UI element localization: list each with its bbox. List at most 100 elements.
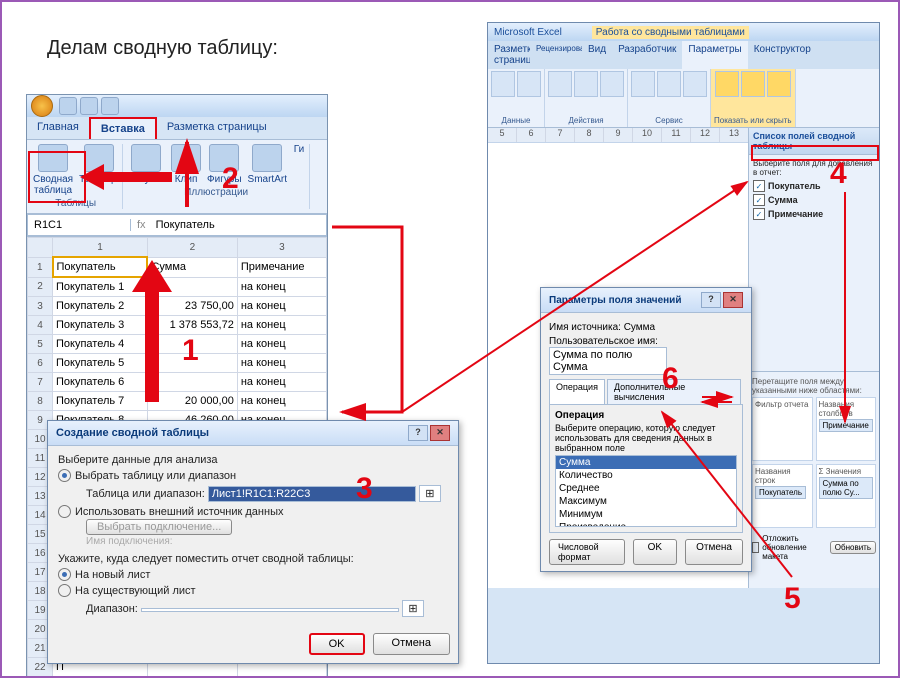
context-title: Работа со сводными таблицами <box>592 26 749 39</box>
tab-layout-r[interactable]: Разметка страницы <box>488 41 530 69</box>
range-picker-icon-2[interactable]: ⊞ <box>402 600 424 617</box>
tab-home[interactable]: Главная <box>27 117 89 139</box>
qat-undo-icon[interactable] <box>80 97 98 115</box>
operation-list[interactable]: Сумма Количество Среднее Максимум Миниму… <box>555 455 737 527</box>
value-cancel-button[interactable]: Отмена <box>685 539 743 565</box>
qat-redo-icon[interactable] <box>101 97 119 115</box>
label-location-range: Диапазон: <box>86 603 138 615</box>
picture-icon <box>131 144 161 172</box>
input-location-range[interactable] <box>141 608 399 612</box>
value-ok-button[interactable]: OK <box>633 539 677 565</box>
zone-columns[interactable]: Названия столбцовПримечание <box>816 397 877 461</box>
op-prod[interactable]: Произведение <box>556 521 736 527</box>
input-custom-name[interactable]: Сумма по полю Сумма <box>549 347 667 375</box>
cancel-button[interactable]: Отмена <box>373 633 450 655</box>
op-avg[interactable]: Среднее <box>556 482 736 495</box>
update-button[interactable]: Обновить <box>830 541 876 554</box>
zone-values[interactable]: Σ ЗначенияСумма по полю Су... <box>816 464 877 528</box>
pivot-chart-icon[interactable] <box>631 71 655 97</box>
label-source-name: Имя источника: <box>549 322 621 333</box>
zone-rows[interactable]: Названия строкПокупатель <box>752 464 813 528</box>
tab-view-r[interactable]: Вид <box>582 41 612 69</box>
btn-gi[interactable]: Ги <box>293 144 305 185</box>
number-format-button[interactable]: Числовой формат <box>549 539 625 565</box>
label-place-report: Укажите, куда следует поместить отчет св… <box>58 553 448 565</box>
fx-icon[interactable]: fx <box>131 219 152 231</box>
field-note[interactable]: ✓Примечание <box>753 208 875 220</box>
operation-hint: Выберите операцию, которую следует испол… <box>555 423 737 453</box>
radio-external-source[interactable]: Использовать внешний источник данных <box>58 505 448 518</box>
label-table-range: Таблица или диапазон: <box>86 488 205 500</box>
field-buyer[interactable]: ✓Покупатель <box>753 180 875 192</box>
tab-review-r[interactable]: Рецензирование <box>530 41 582 69</box>
marker-1: 1 <box>182 334 199 368</box>
tab-layout[interactable]: Разметка страницы <box>157 117 277 139</box>
smartart-icon <box>252 144 282 172</box>
radio-existing-sheet[interactable]: На существующий лист <box>58 584 448 597</box>
radio-new-sheet[interactable]: На новый лист <box>58 568 448 581</box>
btn-choose-connection: Выбрать подключение... <box>86 519 232 535</box>
clear-icon[interactable] <box>548 71 572 97</box>
change-source-icon[interactable] <box>517 71 541 97</box>
dialog-close-icon[interactable]: ✕ <box>430 425 450 441</box>
value-dlg-help-icon[interactable]: ? <box>701 292 721 308</box>
label-conn-name: Имя подключения: <box>86 536 448 547</box>
clip-icon <box>171 144 201 172</box>
ok-button[interactable]: OK <box>309 633 365 655</box>
marker-4: 4 <box>830 157 847 191</box>
tab-insert[interactable]: Вставка <box>89 117 157 139</box>
input-table-range[interactable]: Лист1!R1C1:R22C3 <box>208 486 416 502</box>
op-max[interactable]: Максимум <box>556 495 736 508</box>
op-min[interactable]: Минимум <box>556 508 736 521</box>
field-sum[interactable]: ✓Сумма <box>753 194 875 206</box>
label-custom-name: Пользовательское имя: <box>549 336 658 347</box>
dialog-title: Создание сводной таблицы <box>56 427 209 439</box>
marker-3: 3 <box>356 472 373 506</box>
pivot-field-list-pane: Список полей сводной таблицы Выберите по… <box>748 128 879 588</box>
table-icon <box>84 144 114 172</box>
formula-bar[interactable]: Покупатель <box>152 219 219 231</box>
btn-smartart[interactable]: SmartArt <box>248 144 287 185</box>
field-list-hint: Выберите поля для добавления в отчет: <box>753 159 875 177</box>
formulas-icon[interactable] <box>657 71 681 97</box>
operation-header: Операция <box>555 410 604 421</box>
value-field-settings-dialog: Параметры поля значений ?✕ Имя источника… <box>540 287 752 572</box>
radio-select-range[interactable]: Выбрать таблицу или диапазон <box>58 469 448 482</box>
op-count[interactable]: Количество <box>556 469 736 482</box>
marker-2: 2 <box>222 162 239 196</box>
highlight-pivot-button <box>28 151 86 203</box>
tab-dev-r[interactable]: Разработчик <box>612 41 682 69</box>
headers-icon[interactable] <box>767 71 791 97</box>
label-choose-data: Выберите данные для анализа <box>58 454 448 466</box>
field-list-icon[interactable] <box>715 71 739 97</box>
tab-params-r[interactable]: Параметры <box>682 41 747 69</box>
value-dlg-close-icon[interactable]: ✕ <box>723 292 743 308</box>
op-sum[interactable]: Сумма <box>556 456 736 469</box>
marker-6: 6 <box>662 362 679 396</box>
defer-update-check[interactable]: Отложить обновление макета <box>762 534 827 561</box>
btn-clip[interactable]: Клип <box>171 144 201 185</box>
zone-filter[interactable]: Фильтр отчета <box>752 397 813 461</box>
marker-5: 5 <box>784 582 801 616</box>
office-button-icon[interactable] <box>31 95 53 117</box>
tab-ctor-r[interactable]: Конструктор <box>748 41 817 69</box>
btn-picture[interactable]: Рисунок <box>127 144 165 185</box>
qat-save-icon[interactable] <box>59 97 77 115</box>
olap-icon[interactable] <box>683 71 707 97</box>
cell-a1[interactable]: Покупатель <box>53 257 148 277</box>
value-dlg-title: Параметры поля значений <box>549 295 681 306</box>
tab-operation[interactable]: Операция <box>549 379 605 404</box>
highlight-field-list-title <box>751 145 879 161</box>
pm-buttons-icon[interactable] <box>741 71 765 97</box>
range-picker-icon[interactable]: ⊞ <box>419 485 441 502</box>
refresh-icon[interactable] <box>491 71 515 97</box>
dialog-help-icon[interactable]: ? <box>408 425 428 441</box>
page-title: Делам сводную таблицу: <box>47 37 278 60</box>
drag-hint: Перетащите поля между указанными ниже об… <box>752 377 876 395</box>
create-pivot-dialog: Создание сводной таблицы ?✕ Выберите дан… <box>47 420 459 664</box>
select-icon[interactable] <box>574 71 598 97</box>
app-title: Microsoft Excel <box>494 27 562 38</box>
move-icon[interactable] <box>600 71 624 97</box>
name-box[interactable]: R1C1 <box>28 219 131 231</box>
ribbon-tabs: Главная Вставка Разметка страницы <box>27 117 327 140</box>
